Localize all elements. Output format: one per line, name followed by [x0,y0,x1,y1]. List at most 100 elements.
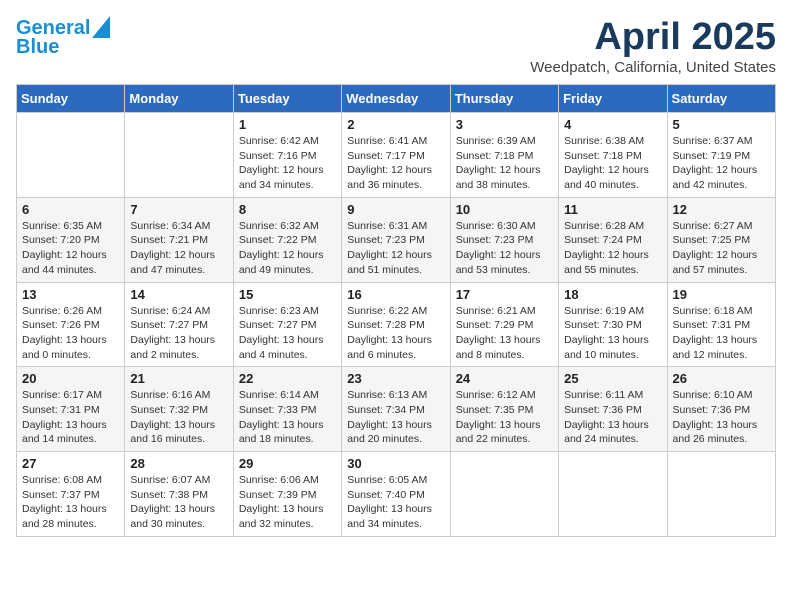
day-info: Sunrise: 6:41 AMSunset: 7:17 PMDaylight:… [347,134,444,193]
day-number: 3 [456,117,553,132]
day-info: Sunrise: 6:34 AMSunset: 7:21 PMDaylight:… [130,219,227,278]
calendar-day-cell: 23 Sunrise: 6:13 AMSunset: 7:34 PMDayligh… [342,367,450,452]
day-number: 5 [673,117,770,132]
day-number: 24 [456,371,553,386]
day-number: 8 [239,202,336,217]
calendar-week-row: 27 Sunrise: 6:08 AMSunset: 7:37 PMDayligh… [17,452,776,537]
weekday-header-cell: Saturday [667,85,775,113]
calendar-day-cell: 10 Sunrise: 6:30 AMSunset: 7:23 PMDayligh… [450,197,558,282]
logo: General Blue [16,16,110,58]
calendar-day-cell: 19 Sunrise: 6:18 AMSunset: 7:31 PMDayligh… [667,282,775,367]
day-number: 21 [130,371,227,386]
calendar-day-cell: 13 Sunrise: 6:26 AMSunset: 7:26 PMDayligh… [17,282,125,367]
calendar-day-cell: 27 Sunrise: 6:08 AMSunset: 7:37 PMDayligh… [17,452,125,537]
calendar-day-cell: 21 Sunrise: 6:16 AMSunset: 7:32 PMDayligh… [125,367,233,452]
day-info: Sunrise: 6:11 AMSunset: 7:36 PMDaylight:… [564,388,661,447]
day-number: 7 [130,202,227,217]
calendar-day-cell: 12 Sunrise: 6:27 AMSunset: 7:25 PMDayligh… [667,197,775,282]
day-info: Sunrise: 6:07 AMSunset: 7:38 PMDaylight:… [130,473,227,532]
day-info: Sunrise: 6:35 AMSunset: 7:20 PMDaylight:… [22,219,119,278]
day-number: 13 [22,287,119,302]
day-info: Sunrise: 6:26 AMSunset: 7:26 PMDaylight:… [22,304,119,363]
calendar-day-cell: 8 Sunrise: 6:32 AMSunset: 7:22 PMDaylight… [233,197,341,282]
day-number: 27 [22,456,119,471]
day-info: Sunrise: 6:38 AMSunset: 7:18 PMDaylight:… [564,134,661,193]
day-info: Sunrise: 6:32 AMSunset: 7:22 PMDaylight:… [239,219,336,278]
weekday-header-cell: Thursday [450,85,558,113]
weekday-header-cell: Tuesday [233,85,341,113]
logo-text2: Blue [16,36,59,58]
day-info: Sunrise: 6:06 AMSunset: 7:39 PMDaylight:… [239,473,336,532]
day-info: Sunrise: 6:37 AMSunset: 7:19 PMDaylight:… [673,134,770,193]
calendar-day-cell [667,452,775,537]
weekday-header-cell: Monday [125,85,233,113]
day-info: Sunrise: 6:23 AMSunset: 7:27 PMDaylight:… [239,304,336,363]
day-info: Sunrise: 6:13 AMSunset: 7:34 PMDaylight:… [347,388,444,447]
calendar-week-row: 20 Sunrise: 6:17 AMSunset: 7:31 PMDayligh… [17,367,776,452]
day-info: Sunrise: 6:39 AMSunset: 7:18 PMDaylight:… [456,134,553,193]
calendar-week-row: 13 Sunrise: 6:26 AMSunset: 7:26 PMDayligh… [17,282,776,367]
day-number: 6 [22,202,119,217]
calendar-day-cell: 7 Sunrise: 6:34 AMSunset: 7:21 PMDaylight… [125,197,233,282]
calendar-day-cell: 2 Sunrise: 6:41 AMSunset: 7:17 PMDaylight… [342,113,450,198]
day-number: 28 [130,456,227,471]
calendar-day-cell: 16Sunrise: 6:22 AMSunset: 7:28 PMDayligh… [342,282,450,367]
day-number: 26 [673,371,770,386]
calendar-day-cell [559,452,667,537]
day-number: 10 [456,202,553,217]
day-info: Sunrise: 6:18 AMSunset: 7:31 PMDaylight:… [673,304,770,363]
day-number: 20 [22,371,119,386]
calendar-day-cell: 29Sunrise: 6:06 AMSunset: 7:39 PMDayligh… [233,452,341,537]
calendar-day-cell [450,452,558,537]
day-info: Sunrise: 6:31 AMSunset: 7:23 PMDaylight:… [347,219,444,278]
day-number: 4 [564,117,661,132]
day-info: Sunrise: 6:16 AMSunset: 7:32 PMDaylight:… [130,388,227,447]
calendar-day-cell: 26 Sunrise: 6:10 AMSunset: 7:36 PMDayligh… [667,367,775,452]
calendar-day-cell: 22Sunrise: 6:14 AMSunset: 7:33 PMDayligh… [233,367,341,452]
day-info: Sunrise: 6:42 AMSunset: 7:16 PMDaylight:… [239,134,336,193]
day-number: 30 [347,456,444,471]
month-title: April 2025 [530,16,776,59]
calendar-day-cell [125,113,233,198]
weekday-header-row: SundayMondayTuesdayWednesdayThursdayFrid… [17,85,776,113]
day-number: 15 [239,287,336,302]
day-number: 23 [347,371,444,386]
weekday-header-cell: Sunday [17,85,125,113]
day-number: 12 [673,202,770,217]
calendar-day-cell: 20 Sunrise: 6:17 AMSunset: 7:31 PMDayligh… [17,367,125,452]
location: Weedpatch, California, United States [530,59,776,76]
day-info: Sunrise: 6:30 AMSunset: 7:23 PMDaylight:… [456,219,553,278]
weekday-header-cell: Friday [559,85,667,113]
day-info: Sunrise: 6:21 AMSunset: 7:29 PMDaylight:… [456,304,553,363]
day-info: Sunrise: 6:17 AMSunset: 7:31 PMDaylight:… [22,388,119,447]
calendar-day-cell: 6 Sunrise: 6:35 AMSunset: 7:20 PMDaylight… [17,197,125,282]
calendar-day-cell: 9 Sunrise: 6:31 AMSunset: 7:23 PMDaylight… [342,197,450,282]
day-number: 2 [347,117,444,132]
calendar-day-cell: 4 Sunrise: 6:38 AMSunset: 7:18 PMDaylight… [559,113,667,198]
day-number: 11 [564,202,661,217]
day-info: Sunrise: 6:12 AMSunset: 7:35 PMDaylight:… [456,388,553,447]
day-info: Sunrise: 6:24 AMSunset: 7:27 PMDaylight:… [130,304,227,363]
calendar-day-cell: 18Sunrise: 6:19 AMSunset: 7:30 PMDayligh… [559,282,667,367]
calendar-day-cell [17,113,125,198]
day-number: 25 [564,371,661,386]
calendar-week-row: 6 Sunrise: 6:35 AMSunset: 7:20 PMDaylight… [17,197,776,282]
day-info: Sunrise: 6:27 AMSunset: 7:25 PMDaylight:… [673,219,770,278]
day-number: 9 [347,202,444,217]
day-info: Sunrise: 6:05 AMSunset: 7:40 PMDaylight:… [347,473,444,532]
day-number: 16 [347,287,444,302]
day-number: 18 [564,287,661,302]
calendar-day-cell: 11Sunrise: 6:28 AMSunset: 7:24 PMDayligh… [559,197,667,282]
calendar: SundayMondayTuesdayWednesdayThursdayFrid… [16,84,776,537]
calendar-day-cell: 15 Sunrise: 6:23 AMSunset: 7:27 PMDayligh… [233,282,341,367]
header: General Blue April 2025 Weedpatch, Calif… [16,16,776,76]
day-info: Sunrise: 6:14 AMSunset: 7:33 PMDaylight:… [239,388,336,447]
day-number: 19 [673,287,770,302]
day-info: Sunrise: 6:10 AMSunset: 7:36 PMDaylight:… [673,388,770,447]
day-number: 14 [130,287,227,302]
day-info: Sunrise: 6:08 AMSunset: 7:37 PMDaylight:… [22,473,119,532]
calendar-week-row: 1Sunrise: 6:42 AMSunset: 7:16 PMDaylight… [17,113,776,198]
weekday-header-cell: Wednesday [342,85,450,113]
calendar-day-cell: 14 Sunrise: 6:24 AMSunset: 7:27 PMDayligh… [125,282,233,367]
calendar-day-cell: 5 Sunrise: 6:37 AMSunset: 7:19 PMDaylight… [667,113,775,198]
